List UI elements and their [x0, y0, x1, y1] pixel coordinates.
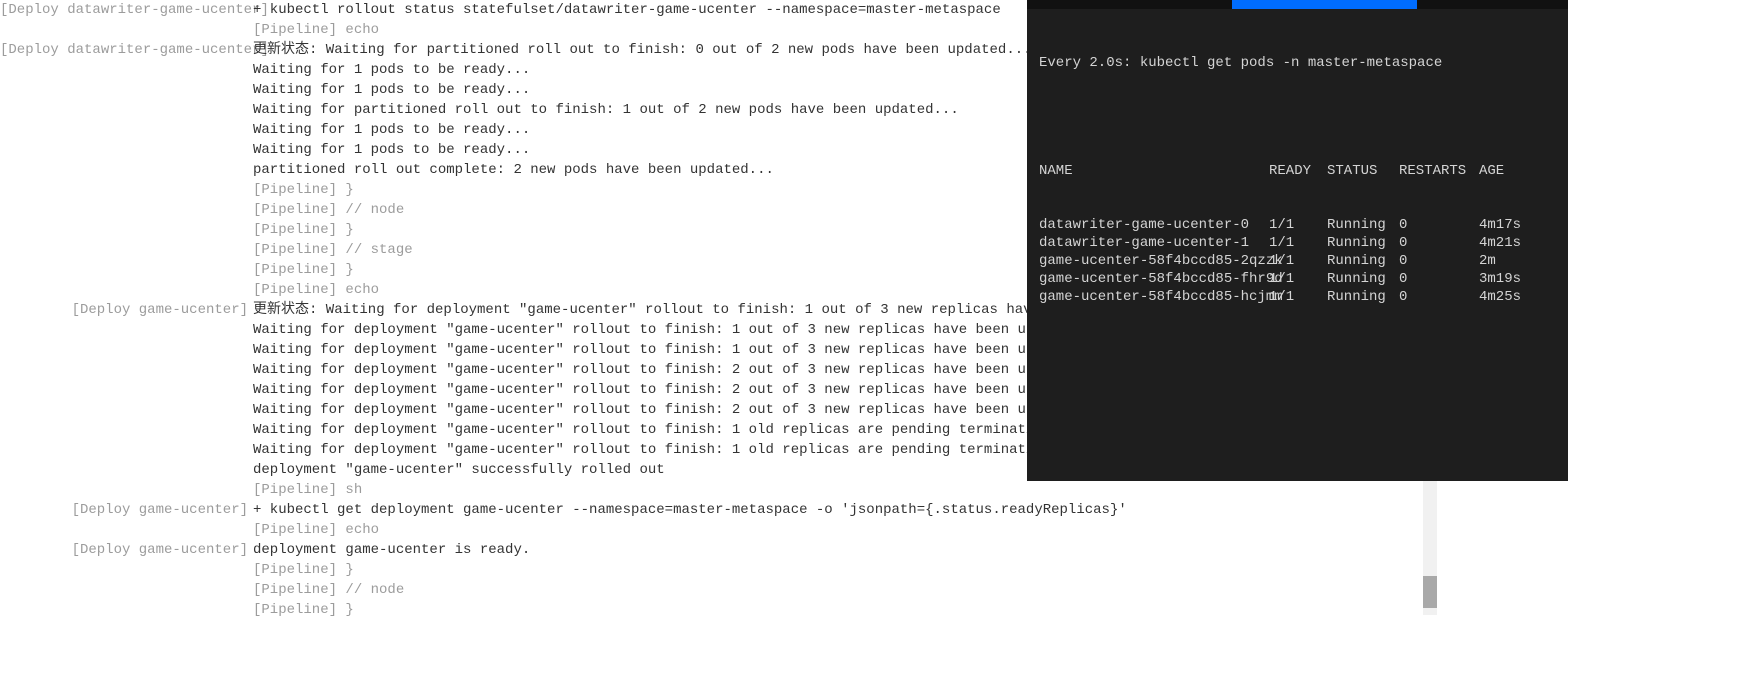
pods-table: NAME READY STATUS RESTARTS AGE datawrite…: [1039, 126, 1556, 342]
pods-table-row: datawriter-game-ucenter-01/1Running04m17…: [1039, 216, 1556, 234]
log-message: [Pipeline] }: [253, 180, 354, 200]
log-stage-tag: [Deploy game-ucenter]: [0, 540, 253, 560]
pods-cell-restarts: 0: [1399, 216, 1479, 234]
col-ready: READY: [1269, 162, 1327, 180]
pods-cell-age: 4m25s: [1479, 288, 1539, 306]
pods-cell-status: Running: [1327, 234, 1399, 252]
log-message: Waiting for partitioned roll out to fini…: [253, 100, 959, 120]
col-status: STATUS: [1327, 162, 1399, 180]
log-message: Waiting for deployment "game-ucenter" ro…: [253, 360, 1102, 380]
pods-cell-restarts: 0: [1399, 252, 1479, 270]
log-message: [Pipeline] // stage: [253, 240, 413, 260]
log-message: Waiting for deployment "game-ucenter" ro…: [253, 420, 1076, 440]
pods-cell-ready: 1/1: [1269, 288, 1327, 306]
log-stage-tag: [Deploy game-ucenter]: [0, 500, 253, 520]
pods-cell-age: 4m17s: [1479, 216, 1539, 234]
pods-cell-age: 4m21s: [1479, 234, 1539, 252]
col-restarts: RESTARTS: [1399, 162, 1479, 180]
log-message: Waiting for deployment "game-ucenter" ro…: [253, 320, 1102, 340]
pods-table-row: game-ucenter-58f4bccd85-hcjmm1/1Running0…: [1039, 288, 1556, 306]
log-message: [Pipeline] // node: [253, 580, 404, 600]
log-stage-tag: [Deploy datawriter-game-ucenter]: [0, 0, 253, 20]
pods-cell-status: Running: [1327, 252, 1399, 270]
log-message: Waiting for 1 pods to be ready...: [253, 80, 530, 100]
log-message: partitioned roll out complete: 2 new pod…: [253, 160, 774, 180]
log-message: [Pipeline] echo: [253, 520, 379, 540]
log-message: Waiting for 1 pods to be ready...: [253, 60, 530, 80]
log-message: 更新状态: Waiting for partitioned roll out t…: [253, 40, 1032, 60]
pods-cell-restarts: 0: [1399, 288, 1479, 306]
terminal-window[interactable]: Every 2.0s: kubectl get pods -n master-m…: [1027, 0, 1568, 481]
terminal-tabbar[interactable]: [1027, 0, 1568, 9]
log-message: Waiting for 1 pods to be ready...: [253, 140, 530, 160]
log-message: [Pipeline] }: [253, 260, 354, 280]
pods-cell-name: datawriter-game-ucenter-1: [1039, 234, 1269, 252]
log-message: Waiting for deployment "game-ucenter" ro…: [253, 380, 1102, 400]
log-row: [Pipeline] }: [0, 560, 1390, 580]
pods-cell-restarts: 0: [1399, 234, 1479, 252]
pods-cell-ready: 1/1: [1269, 270, 1327, 288]
col-age: AGE: [1479, 162, 1539, 180]
log-message: [Pipeline] }: [253, 220, 354, 240]
log-message: Waiting for deployment "game-ucenter" ro…: [253, 340, 1102, 360]
log-message: + kubectl get deployment game-ucenter --…: [253, 500, 1127, 520]
log-stage-tag: [Deploy game-ucenter]: [0, 300, 253, 320]
log-row: [Pipeline] // node: [0, 580, 1390, 600]
log-message: + kubectl rollout status statefulset/dat…: [253, 0, 1001, 20]
log-message: [Pipeline] sh: [253, 480, 362, 500]
log-row: [Deploy game-ucenter]deployment game-uce…: [0, 540, 1390, 560]
log-row: [Pipeline] }: [0, 600, 1390, 620]
pods-cell-age: 3m19s: [1479, 270, 1539, 288]
pods-cell-name: game-ucenter-58f4bccd85-fhr9d: [1039, 270, 1269, 288]
pods-table-row: datawriter-game-ucenter-11/1Running04m21…: [1039, 234, 1556, 252]
log-row: [Deploy game-ucenter]+ kubectl get deplo…: [0, 500, 1390, 520]
log-message: deployment game-ucenter is ready.: [253, 540, 530, 560]
log-message: [Pipeline] echo: [253, 20, 379, 40]
log-row: [Pipeline] sh: [0, 480, 1390, 500]
pods-cell-status: Running: [1327, 270, 1399, 288]
pods-table-header: NAME READY STATUS RESTARTS AGE: [1039, 162, 1556, 180]
log-message: [Pipeline] echo: [253, 280, 379, 300]
watch-command-line: Every 2.0s: kubectl get pods -n master-m…: [1039, 54, 1556, 72]
pods-cell-name: game-ucenter-58f4bccd85-2qzzk: [1039, 252, 1269, 270]
scrollbar-thumb[interactable]: [1423, 576, 1437, 608]
log-message: Waiting for deployment "game-ucenter" ro…: [253, 440, 1076, 460]
col-name: NAME: [1039, 162, 1269, 180]
pods-cell-ready: 1/1: [1269, 216, 1327, 234]
log-row: [Pipeline] echo: [0, 520, 1390, 540]
pods-cell-age: 2m: [1479, 252, 1539, 270]
pods-table-row: game-ucenter-58f4bccd85-2qzzk1/1Running0…: [1039, 252, 1556, 270]
log-message: [Pipeline] }: [253, 600, 354, 620]
pods-cell-status: Running: [1327, 216, 1399, 234]
log-stage-tag: [Deploy datawriter-game-ucenter]: [0, 40, 253, 60]
pods-cell-ready: 1/1: [1269, 252, 1327, 270]
log-message: Waiting for deployment "game-ucenter" ro…: [253, 400, 1102, 420]
log-message: [Pipeline] // node: [253, 200, 404, 220]
terminal-body[interactable]: Every 2.0s: kubectl get pods -n master-m…: [1027, 9, 1568, 390]
pods-cell-name: game-ucenter-58f4bccd85-hcjmm: [1039, 288, 1269, 306]
log-message: deployment "game-ucenter" successfully r…: [253, 460, 665, 480]
pods-cell-status: Running: [1327, 288, 1399, 306]
pods-cell-name: datawriter-game-ucenter-0: [1039, 216, 1269, 234]
screenshot-stage: [Deploy datawriter-game-ucenter]+ kubect…: [0, 0, 1740, 685]
terminal-active-tab[interactable]: [1232, 0, 1417, 9]
pods-cell-ready: 1/1: [1269, 234, 1327, 252]
pods-cell-restarts: 0: [1399, 270, 1479, 288]
log-message: [Pipeline] }: [253, 560, 354, 580]
log-message: Waiting for 1 pods to be ready...: [253, 120, 530, 140]
pods-table-row: game-ucenter-58f4bccd85-fhr9d1/1Running0…: [1039, 270, 1556, 288]
